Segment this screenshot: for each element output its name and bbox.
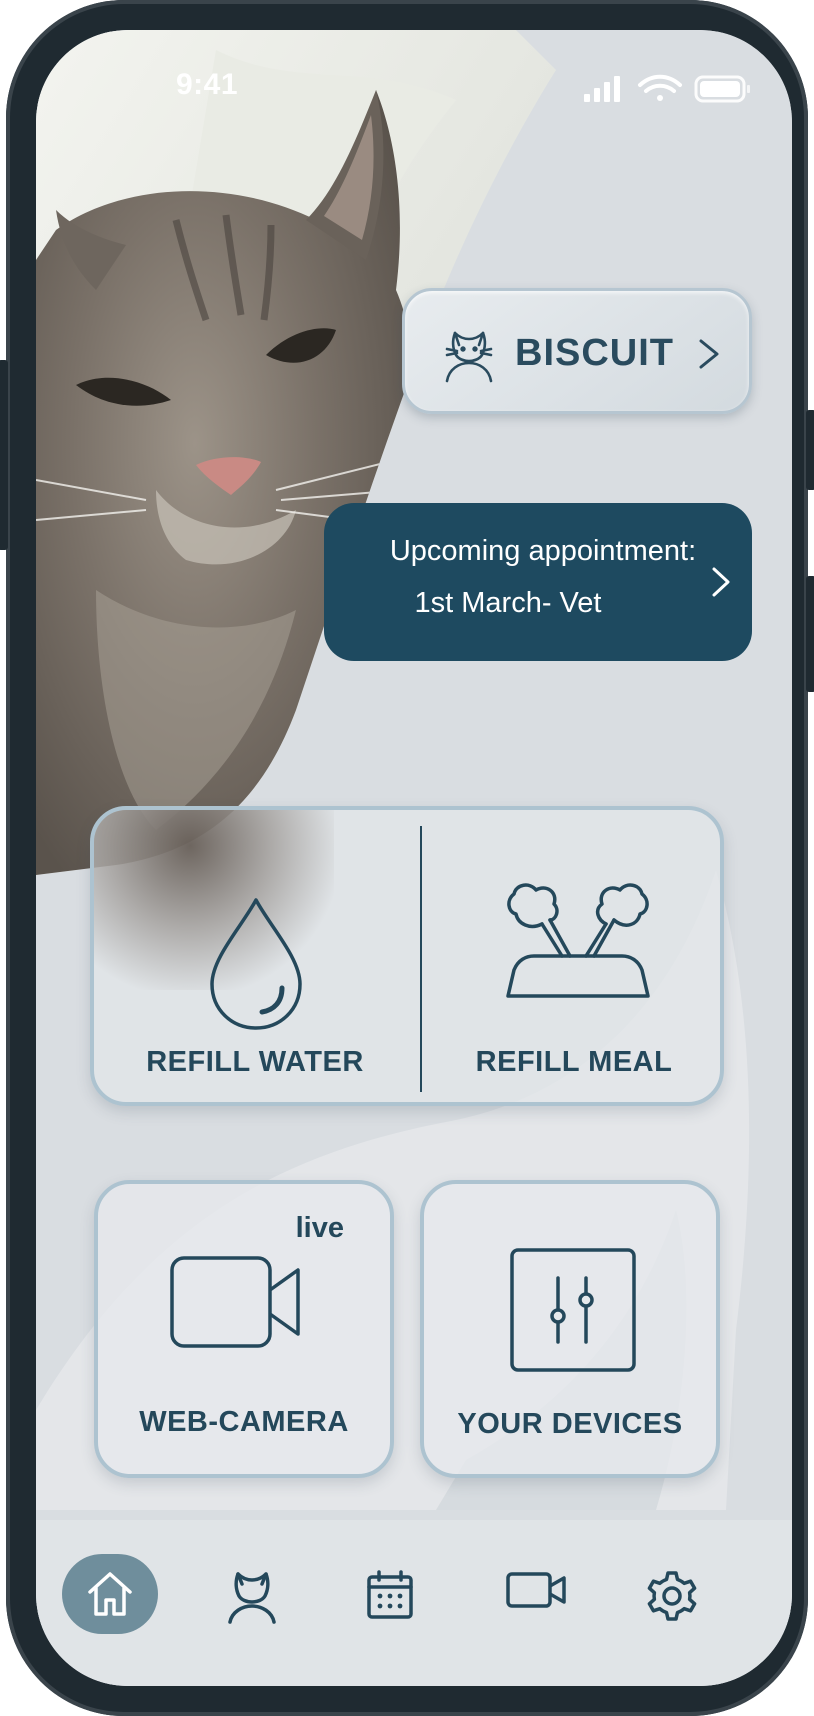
gear-icon: [647, 1571, 697, 1621]
video-camera-icon: [506, 1572, 566, 1608]
water-drop-icon: [210, 898, 302, 1030]
refill-meal-button[interactable]: REFILL MEAL: [424, 810, 720, 1102]
volume-down-button: [806, 576, 814, 692]
nav-calendar[interactable]: [342, 1554, 438, 1634]
calendar-icon: [367, 1570, 413, 1619]
web-camera-label: WEB-CAMERA: [139, 1406, 349, 1438]
refill-meal-label: REFILL MEAL: [475, 1046, 673, 1078]
chevron-right-icon: [712, 567, 730, 597]
bottom-navigation: [36, 1520, 792, 1686]
wifi-icon: [638, 74, 682, 101]
status-icons: [584, 74, 750, 103]
phone-frame: 9:41 BISCUIT Upcoming appointment: 1st M…: [0, 0, 814, 1716]
refill-card: REFILL WATER REFILL MEAL: [90, 806, 724, 1106]
chevron-right-icon: [699, 339, 719, 369]
pet-name: BISCUIT: [515, 332, 674, 374]
appointment-title: Upcoming appointment:: [389, 535, 697, 567]
volume-up-button: [806, 410, 814, 490]
nav-camera[interactable]: [482, 1554, 578, 1634]
nav-home[interactable]: [62, 1554, 158, 1634]
app-screen: 9:41 BISCUIT Upcoming appointment: 1st M…: [36, 30, 792, 1686]
home-icon: [88, 1572, 132, 1616]
nav-settings[interactable]: [622, 1554, 718, 1634]
cat-profile-icon: [228, 1572, 276, 1624]
nav-pet-profile[interactable]: [202, 1554, 298, 1634]
side-button: [0, 360, 8, 550]
your-devices-label: YOUR DEVICES: [457, 1408, 683, 1440]
appointment-detail: 1st March- Vet: [414, 587, 602, 619]
pet-selector-button[interactable]: BISCUIT: [402, 288, 752, 414]
upcoming-appointment-card[interactable]: Upcoming appointment: 1st March- Vet: [324, 503, 752, 661]
your-devices-button[interactable]: YOUR DEVICES: [420, 1180, 720, 1478]
signal-icon: [584, 76, 620, 102]
refill-water-label: REFILL WATER: [146, 1046, 364, 1078]
cat-face-icon: [445, 331, 493, 383]
web-camera-button[interactable]: live WEB-CAMERA: [94, 1180, 394, 1478]
status-time: 9:41: [175, 68, 239, 101]
video-camera-icon: [170, 1256, 300, 1348]
battery-icon: [694, 75, 750, 103]
food-bowl-icon: [506, 883, 650, 998]
live-badge: live: [295, 1212, 344, 1244]
sliders-icon: [510, 1248, 636, 1372]
divider: [420, 826, 422, 1092]
refill-water-button[interactable]: REFILL WATER: [94, 810, 416, 1102]
